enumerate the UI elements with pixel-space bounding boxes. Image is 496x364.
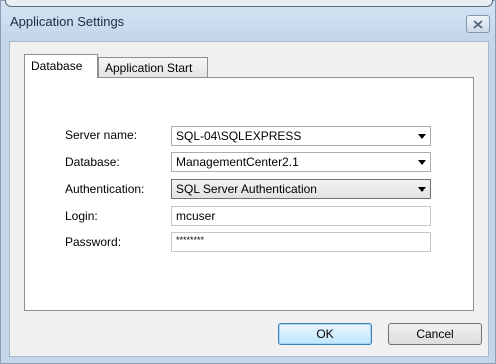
- login-label: Login:: [65, 209, 98, 223]
- cancel-button[interactable]: Cancel: [388, 323, 482, 345]
- chevron-down-icon: [418, 187, 426, 192]
- password-field[interactable]: ********: [171, 232, 431, 252]
- server-name-label: Server name:: [65, 128, 138, 142]
- database-tab-panel: Server name: SQL-04\SQLEXPRESS Database:…: [24, 77, 474, 311]
- title-bar[interactable]: Application Settings: [1, 0, 495, 41]
- chevron-down-icon: [418, 134, 426, 139]
- settings-dialog: Application Settings Database Applicatio…: [0, 0, 496, 364]
- dialog-body: Database Application Start Server name: …: [9, 41, 489, 357]
- authentication-label: Authentication:: [65, 182, 145, 196]
- database-label: Database:: [65, 155, 120, 169]
- password-label: Password:: [65, 235, 122, 249]
- ok-button[interactable]: OK: [278, 323, 372, 345]
- dialog-title: Application Settings: [10, 14, 125, 29]
- database-combobox[interactable]: ManagementCenter2.1: [171, 152, 431, 172]
- chevron-down-icon: [418, 160, 426, 165]
- authentication-dropdown[interactable]: SQL Server Authentication: [171, 179, 431, 199]
- login-field[interactable]: mcuser: [171, 206, 431, 226]
- authentication-value: SQL Server Authentication: [176, 182, 317, 196]
- close-button[interactable]: [466, 15, 490, 33]
- server-name-combobox[interactable]: SQL-04\SQLEXPRESS: [171, 126, 431, 146]
- tab-database[interactable]: Database: [24, 54, 98, 78]
- background-window-edge: [5, 0, 493, 7]
- database-value: ManagementCenter2.1: [176, 155, 299, 169]
- server-name-value: SQL-04\SQLEXPRESS: [176, 129, 302, 143]
- tab-application-start[interactable]: Application Start: [98, 57, 208, 77]
- close-icon: [473, 19, 483, 29]
